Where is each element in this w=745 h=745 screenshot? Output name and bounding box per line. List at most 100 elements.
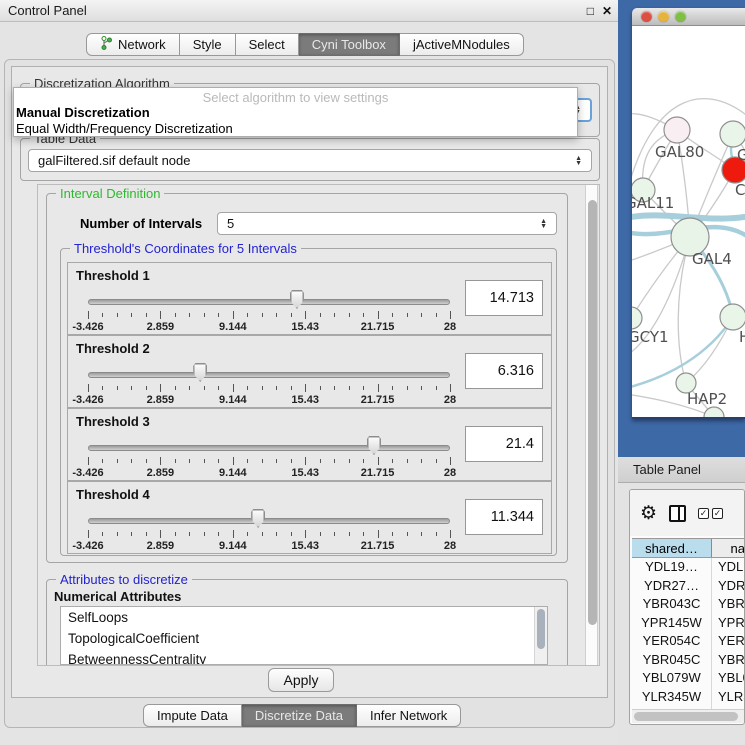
settings-vertical-scrollbar[interactable]: [585, 185, 598, 665]
slider-track[interactable]: [88, 299, 450, 305]
tick-mark: [436, 532, 437, 536]
tick-mark: [131, 313, 132, 317]
network-node[interactable]: [632, 307, 642, 329]
table-panel-titlebar: Table Panel: [618, 457, 745, 483]
scrollbar-thumb[interactable]: [634, 712, 738, 721]
tick-mark: [363, 313, 364, 317]
tick-mark: [378, 384, 379, 392]
network-node[interactable]: [720, 304, 745, 330]
tick-mark: [392, 386, 393, 390]
table-row[interactable]: YBR045CYBR0: [632, 651, 745, 670]
tick-mark: [175, 532, 176, 536]
tick-mark: [407, 459, 408, 463]
table-row[interactable]: YLR345WYLR3: [632, 688, 745, 707]
attribute-list-item[interactable]: SelfLoops: [61, 607, 547, 628]
table-data-combobox[interactable]: galFiltered.sif default node ▲▼: [28, 149, 592, 172]
tick-mark: [349, 386, 350, 390]
threshold-value-field[interactable]: 11.344: [465, 499, 543, 535]
table-header-row[interactable]: shared…na: [632, 538, 745, 558]
tab-impute-data[interactable]: Impute Data: [143, 704, 242, 727]
network-canvas[interactable]: GAL80GACGAL11GAL4GCY1HHAP2: [632, 26, 745, 417]
tab-select[interactable]: Select: [236, 33, 299, 56]
tab-style[interactable]: Style: [180, 33, 236, 56]
slider-track[interactable]: [88, 445, 450, 451]
table-row[interactable]: YDL19…YDL1: [632, 558, 745, 577]
minimize-traffic-light-icon[interactable]: [658, 11, 669, 22]
cell-name: YDL1: [712, 558, 745, 577]
table-row[interactable]: YBL079WYBL0: [632, 669, 745, 688]
numerical-attributes-list[interactable]: SelfLoopsTopologicalCoefficientBetweenne…: [60, 606, 548, 665]
tick-mark: [305, 384, 306, 392]
tab-label: Infer Network: [370, 708, 447, 723]
tick-label: 2.859: [147, 321, 175, 333]
tab-network[interactable]: Network: [86, 33, 180, 56]
tick-mark: [175, 459, 176, 463]
tick-label: 15.43: [291, 540, 319, 552]
cell-name: YPR1: [712, 614, 745, 633]
scrollbar-thumb[interactable]: [588, 200, 597, 625]
attribute-list-item[interactable]: TopologicalCoefficient: [61, 628, 547, 649]
threshold-slider[interactable]: -3.4262.8599.14415.4321.71528: [88, 504, 450, 552]
threshold-slider[interactable]: -3.4262.8599.14415.4321.71528: [88, 358, 450, 406]
threshold-value-field[interactable]: 21.4: [465, 426, 543, 462]
slider-track[interactable]: [88, 372, 450, 378]
slider-track[interactable]: [88, 518, 450, 524]
table-row[interactable]: YPR145WYPR1: [632, 614, 745, 633]
tick-mark: [131, 459, 132, 463]
threshold-value-field[interactable]: 14.713: [465, 280, 543, 316]
tick-mark: [407, 386, 408, 390]
split-columns-icon[interactable]: [669, 505, 686, 522]
cell-name: YBR0: [712, 651, 745, 670]
table-row[interactable]: YDR27…YDR2: [632, 577, 745, 596]
tick-mark: [247, 532, 248, 536]
table-row[interactable]: YER054CYER0: [632, 632, 745, 651]
tick-mark: [204, 386, 205, 390]
slider-thumb-icon[interactable]: [193, 363, 207, 382]
tick-mark: [450, 311, 451, 319]
number-of-intervals-combobox[interactable]: 5 ▲▼: [217, 212, 557, 235]
cell-name: YBR0: [712, 595, 745, 614]
tick-mark: [175, 313, 176, 317]
tick-mark: [436, 313, 437, 317]
slider-thumb-icon[interactable]: [290, 290, 304, 309]
zoom-traffic-light-icon[interactable]: [675, 11, 686, 22]
tick-mark: [233, 384, 234, 392]
column-header-name[interactable]: na: [712, 539, 745, 557]
tick-mark: [320, 386, 321, 390]
column-header-shared-name[interactable]: shared…: [632, 539, 712, 557]
network-node[interactable]: [720, 121, 745, 147]
table-row[interactable]: YBR043CYBR0: [632, 595, 745, 614]
slider-thumb-icon[interactable]: [367, 436, 381, 455]
threshold-panel-3: Threshold 3-3.4262.8599.14415.4321.71528…: [67, 408, 552, 481]
tab-cyni-toolbox[interactable]: Cyni Toolbox: [299, 33, 400, 56]
algorithm-placeholder-item[interactable]: Select algorithm to view settings: [14, 88, 577, 105]
tick-mark: [392, 459, 393, 463]
tick-mark: [334, 532, 335, 536]
table-horizontal-scrollbar[interactable]: [632, 709, 744, 723]
apply-button[interactable]: Apply: [268, 668, 334, 692]
tab-jactivemnodules[interactable]: jActiveMNodules: [400, 33, 524, 56]
threshold-value-field[interactable]: 6.316: [465, 353, 543, 389]
tick-label: 28: [444, 467, 456, 479]
algorithm-option-equal-width-frequency-discretization[interactable]: Equal Width/Frequency Discretization: [14, 121, 577, 137]
threshold-slider[interactable]: -3.4262.8599.14415.4321.71528: [88, 285, 450, 333]
gear-icon[interactable]: ⚙: [640, 504, 657, 523]
network-node[interactable]: [664, 117, 690, 143]
tick-mark: [204, 313, 205, 317]
slider-thumb-icon[interactable]: [251, 509, 265, 528]
checkbox-icon[interactable]: ✓: [712, 508, 723, 519]
close-traffic-light-icon[interactable]: [641, 11, 652, 22]
slider-ticks: [88, 457, 450, 466]
cell-shared-name: YDL19…: [632, 558, 712, 577]
checkbox-icon[interactable]: ✓: [698, 508, 709, 519]
tab-discretize-data[interactable]: Discretize Data: [242, 704, 357, 727]
algorithm-option-manual-discretization[interactable]: Manual Discretization: [14, 105, 577, 121]
close-window-icon[interactable]: ✕: [602, 4, 612, 18]
tick-mark: [378, 530, 379, 538]
float-window-icon[interactable]: □: [587, 4, 594, 18]
threshold-slider[interactable]: -3.4262.8599.14415.4321.71528: [88, 431, 450, 479]
tab-infer-network[interactable]: Infer Network: [357, 704, 461, 727]
scrollbar-thumb[interactable]: [537, 609, 545, 649]
attribute-list-item[interactable]: BetweennessCentrality: [61, 649, 547, 665]
attributes-list-scrollbar[interactable]: [534, 607, 547, 664]
